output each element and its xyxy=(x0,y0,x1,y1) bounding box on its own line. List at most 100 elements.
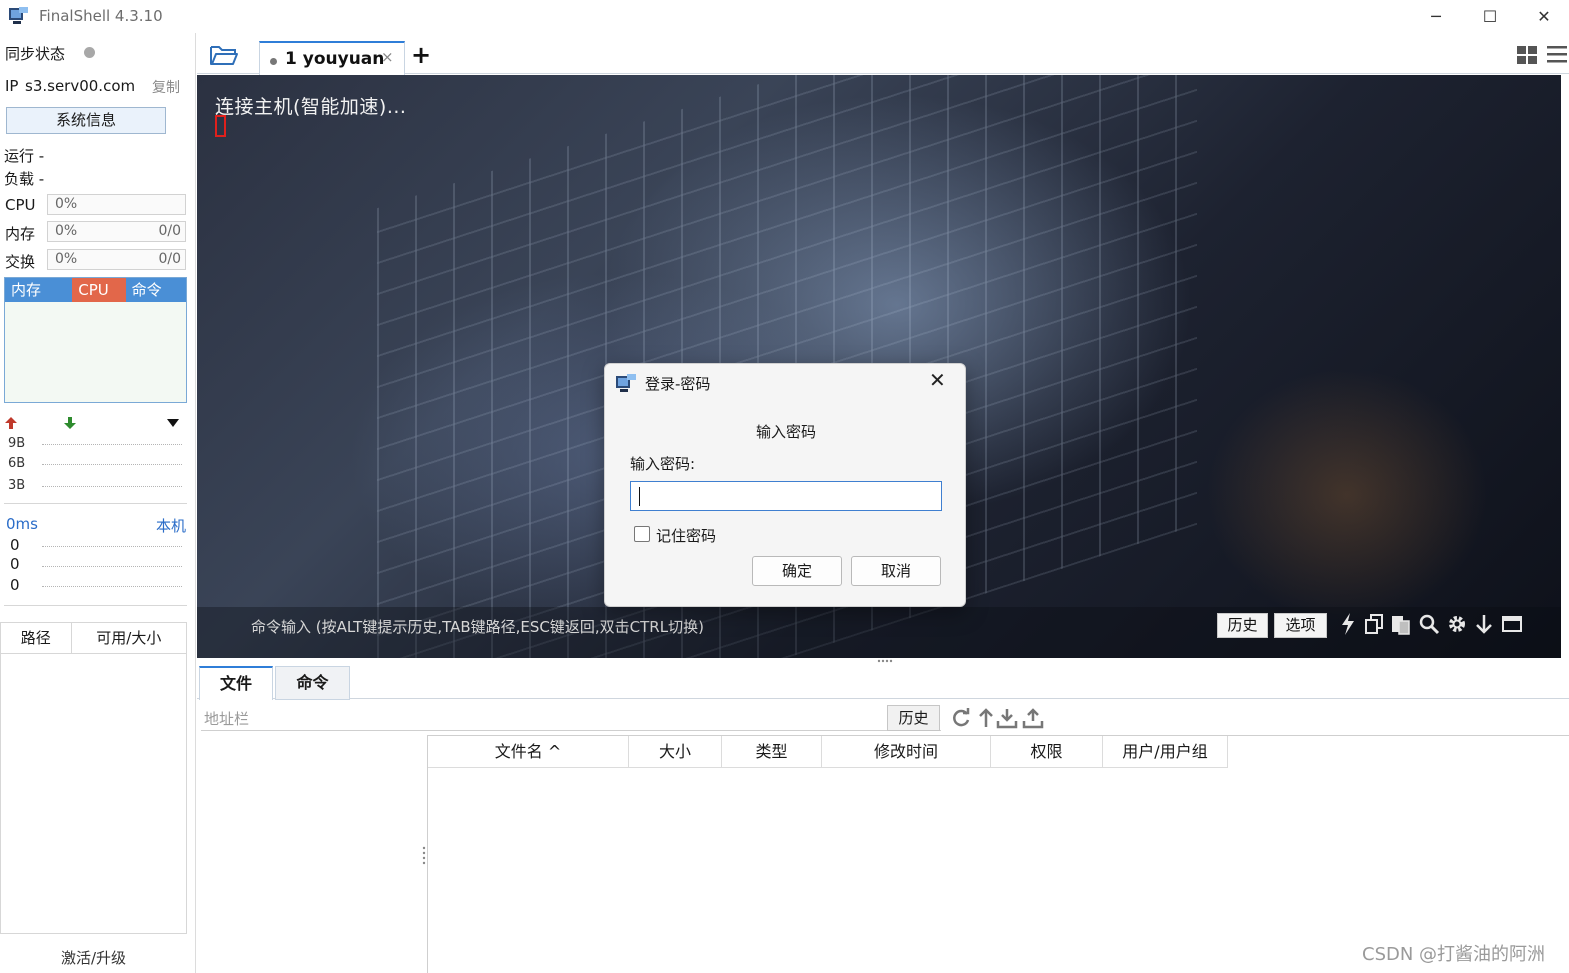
maximize-terminal-icon[interactable] xyxy=(1501,612,1523,636)
address-bar-placeholder: 地址栏 xyxy=(204,710,250,728)
dialog-close-icon[interactable]: ✕ xyxy=(929,368,946,392)
net-scale-high: 9B xyxy=(8,436,26,451)
column-owner-group[interactable]: 用户/用户组 xyxy=(1103,736,1228,767)
activate-upgrade-link[interactable]: 激活/升级 xyxy=(0,947,187,968)
grid-layout-icon[interactable] xyxy=(1517,46,1537,64)
panel-splitter[interactable] xyxy=(197,658,1569,666)
cpu-meter-label: CPU xyxy=(5,196,36,214)
ping-target[interactable]: 本机 xyxy=(156,515,186,536)
column-permissions[interactable]: 权限 xyxy=(991,736,1103,767)
disk-usage-table: 路径 可用/大小 xyxy=(0,622,187,934)
net-grid-line xyxy=(42,486,182,487)
net-grid-line xyxy=(42,444,182,445)
vertical-splitter-grip-icon[interactable] xyxy=(422,845,426,865)
title-bar: FinalShell 4.3.10 ─ ☐ ✕ xyxy=(0,0,1569,33)
bottom-tab-bar: 文件 命令 xyxy=(197,666,1569,700)
copy-icon[interactable] xyxy=(1363,612,1385,636)
hamburger-menu-icon[interactable] xyxy=(1547,45,1567,63)
remember-password-checkbox[interactable] xyxy=(634,526,650,542)
tab-process-cpu[interactable]: CPU xyxy=(72,278,126,302)
ping-grid-line xyxy=(42,566,182,567)
network-interface-dropdown-icon[interactable] xyxy=(166,418,180,428)
download-file-icon[interactable] xyxy=(996,707,1018,729)
parent-directory-icon[interactable] xyxy=(975,707,997,729)
close-window-button[interactable]: ✕ xyxy=(1517,0,1569,33)
tab-process-command[interactable]: 命令 xyxy=(125,278,186,302)
terminal-cursor xyxy=(215,115,226,137)
minimize-button[interactable]: ─ xyxy=(1409,0,1463,33)
directory-tree[interactable] xyxy=(201,735,421,973)
ok-button[interactable]: 确定 xyxy=(752,556,842,586)
ip-label: IP xyxy=(5,77,19,95)
column-available-size[interactable]: 可用/大小 xyxy=(72,623,186,653)
scroll-down-arrow-icon[interactable] xyxy=(1473,612,1495,636)
command-input-hint[interactable]: 命令输入 (按ALT键提示历史,TAB键路径,ESC键返回,双击CTRL切换) xyxy=(251,616,704,637)
add-tab-button[interactable]: + xyxy=(411,41,431,69)
close-tab-icon[interactable]: × xyxy=(381,48,394,66)
memory-meter: 0% 0/0 xyxy=(47,221,186,242)
system-info-button[interactable]: 系统信息 xyxy=(6,107,166,134)
cpu-percent: 0% xyxy=(55,196,78,212)
divider xyxy=(4,503,187,504)
tab-session-youyuan[interactable]: 1 youyuan × xyxy=(259,41,405,75)
net-scale-low: 3B xyxy=(8,478,26,493)
divider xyxy=(4,605,187,606)
ip-value: s3.serv00.com xyxy=(25,77,136,95)
ping-grid-line xyxy=(42,586,182,587)
upload-arrow-icon xyxy=(5,417,17,429)
paste-icon[interactable] xyxy=(1390,612,1412,636)
load-label: 负载 - xyxy=(4,170,45,188)
maximize-button[interactable]: ☐ xyxy=(1463,0,1517,33)
dialog-heading: 输入密码 xyxy=(755,423,816,441)
search-icon[interactable] xyxy=(1418,612,1440,636)
password-input[interactable] xyxy=(630,481,942,511)
memory-count: 0/0 xyxy=(158,223,181,239)
open-folder-icon[interactable] xyxy=(209,43,239,67)
tab-process-memory[interactable]: 内存 xyxy=(5,278,73,302)
uptime-label: 运行 - xyxy=(4,147,45,165)
finalshell-logo-icon xyxy=(9,7,28,24)
password-field-label: 输入密码: xyxy=(630,455,696,473)
session-tab-bar: 1 youyuan × + xyxy=(197,33,1569,75)
sync-status-dot-icon xyxy=(84,47,95,58)
ping-value: 0 xyxy=(10,536,20,554)
swap-meter-label: 交换 xyxy=(5,253,36,271)
session-tab-label: 1 youyuan xyxy=(285,49,385,69)
file-list-header: 文件名 ^ 大小 类型 修改时间 权限 用户/用户组 xyxy=(428,736,1228,768)
cpu-meter: 0% xyxy=(47,194,186,215)
cancel-button[interactable]: 取消 xyxy=(851,556,941,586)
column-type[interactable]: 类型 xyxy=(722,736,822,767)
session-status-dot-icon xyxy=(270,58,277,65)
tab-files[interactable]: 文件 xyxy=(199,666,273,700)
column-modified-time[interactable]: 修改时间 xyxy=(822,736,991,767)
settings-gear-icon[interactable] xyxy=(1446,612,1468,636)
copy-ip-link[interactable]: 复制 xyxy=(152,77,180,97)
command-options-button[interactable]: 选项 xyxy=(1274,613,1327,638)
address-bar[interactable]: 地址栏 xyxy=(201,705,941,731)
dialog-title: 登录-密码 xyxy=(645,375,711,393)
server-monitor-sidebar: 同步状态 IP s3.serv00.com 复制 系统信息 运行 - 负载 - … xyxy=(0,33,196,973)
net-scale-mid: 6B xyxy=(8,456,26,471)
tab-commands[interactable]: 命令 xyxy=(275,666,350,700)
ping-grid-line xyxy=(42,546,182,547)
remember-password-label[interactable]: 记住密码 xyxy=(656,525,716,546)
terminal-output-line: 连接主机(智能加速)... xyxy=(215,96,407,118)
column-path[interactable]: 路径 xyxy=(1,623,72,653)
upload-file-icon[interactable] xyxy=(1022,707,1044,729)
net-grid-line xyxy=(42,464,182,465)
swap-meter: 0% 0/0 xyxy=(47,249,186,270)
column-size[interactable]: 大小 xyxy=(629,736,722,767)
swap-percent: 0% xyxy=(55,251,78,267)
lightning-icon[interactable] xyxy=(1337,612,1359,636)
swap-count: 0/0 xyxy=(158,251,181,267)
path-history-button[interactable]: 历史 xyxy=(887,705,940,731)
column-filename[interactable]: 文件名 ^ xyxy=(428,736,629,767)
terminal-scrollbar[interactable] xyxy=(1561,75,1569,601)
window-title: FinalShell 4.3.10 xyxy=(39,7,163,25)
csdn-watermark: CSDN @打酱油的阿洲 xyxy=(1362,944,1546,965)
command-history-button[interactable]: 历史 xyxy=(1217,613,1268,638)
ping-value: 0 xyxy=(10,576,20,594)
file-list-table[interactable]: 文件名 ^ 大小 类型 修改时间 权限 用户/用户组 xyxy=(427,735,1569,973)
refresh-icon[interactable] xyxy=(950,707,972,729)
login-password-dialog: 登录-密码 ✕ 输入密码 输入密码: 记住密码 确定 取消 xyxy=(604,363,966,607)
